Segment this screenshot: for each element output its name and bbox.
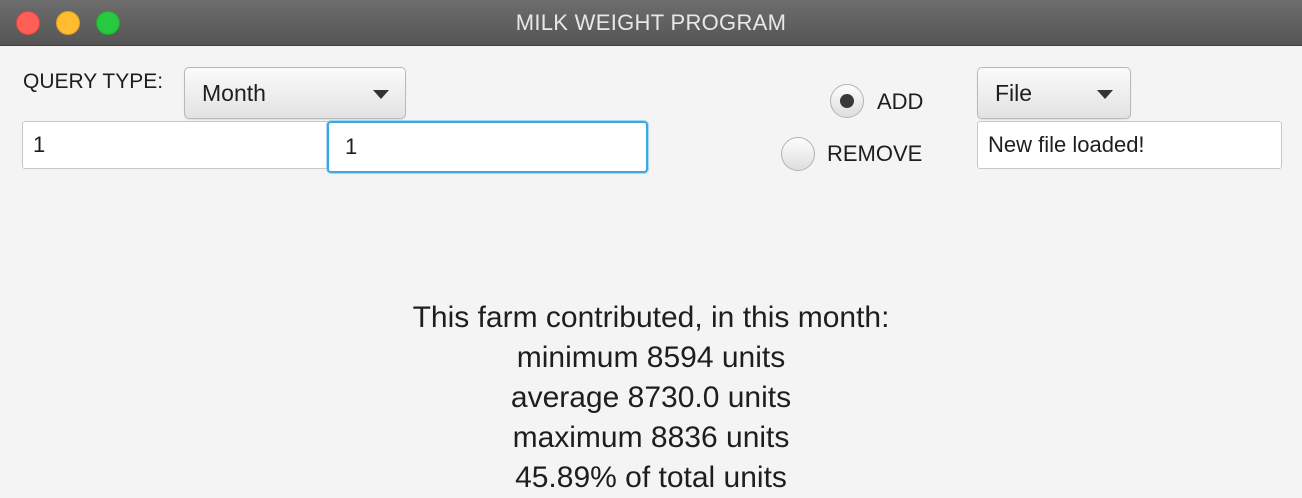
result-maximum: maximum 8836 units xyxy=(512,421,790,454)
query-input-1[interactable] xyxy=(22,121,332,169)
query-type-dropdown[interactable]: Month xyxy=(184,67,406,119)
result-minimum: minimum 8594 units xyxy=(516,341,786,374)
app-window: MILK WEIGHT PROGRAM QUERY TYPE: Month AD… xyxy=(0,0,1302,498)
remove-radio-label[interactable]: REMOVE xyxy=(827,141,922,167)
radio-selected-dot-icon xyxy=(840,94,854,108)
add-radio[interactable] xyxy=(830,84,864,118)
status-field[interactable] xyxy=(977,121,1282,169)
source-dropdown[interactable]: File xyxy=(977,67,1131,119)
remove-radio[interactable] xyxy=(781,137,815,171)
title-bar[interactable]: MILK WEIGHT PROGRAM xyxy=(0,0,1302,46)
chevron-down-icon xyxy=(1097,90,1113,99)
results-heading: This farm contributed, in this month: xyxy=(412,301,890,334)
window-title: MILK WEIGHT PROGRAM xyxy=(515,10,787,35)
query-type-selected: Month xyxy=(202,80,266,106)
query-input-2[interactable] xyxy=(327,121,648,173)
result-percentage: 45.89% of total units xyxy=(515,461,787,494)
source-selected: File xyxy=(995,80,1033,106)
query-type-label: QUERY TYPE: xyxy=(23,70,164,93)
results-panel: This farm contributed, in this month: mi… xyxy=(0,298,1302,498)
chevron-down-icon xyxy=(373,90,389,99)
result-average: average 8730.0 units xyxy=(510,381,792,414)
add-radio-label[interactable]: ADD xyxy=(877,89,923,115)
